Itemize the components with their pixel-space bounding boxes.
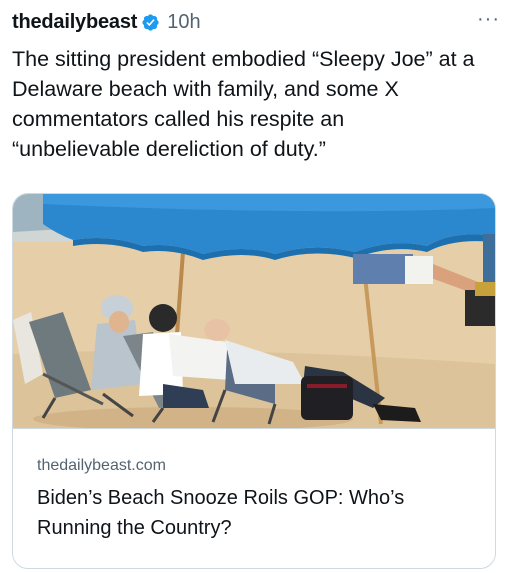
beach-photo [13, 194, 495, 428]
card-domain[interactable]: thedailybeast.com [37, 457, 166, 475]
post-header: thedailybeast 10h ··· [12, 8, 500, 36]
card-image[interactable] [13, 194, 495, 428]
card-divider [13, 428, 495, 429]
post-timestamp[interactable]: 10h [167, 11, 200, 34]
author-name[interactable]: thedailybeast [12, 11, 137, 34]
more-options-icon[interactable]: ··· [477, 9, 500, 35]
card-title[interactable]: Biden’s Beach Snooze Roils GOP: Who’s Ru… [37, 483, 477, 543]
link-preview-card[interactable]: thedailybeast.com Biden’s Beach Snooze R… [12, 193, 496, 569]
verified-badge-icon [141, 13, 160, 32]
post-text: The sitting president embodied “Sleepy J… [12, 47, 475, 161]
